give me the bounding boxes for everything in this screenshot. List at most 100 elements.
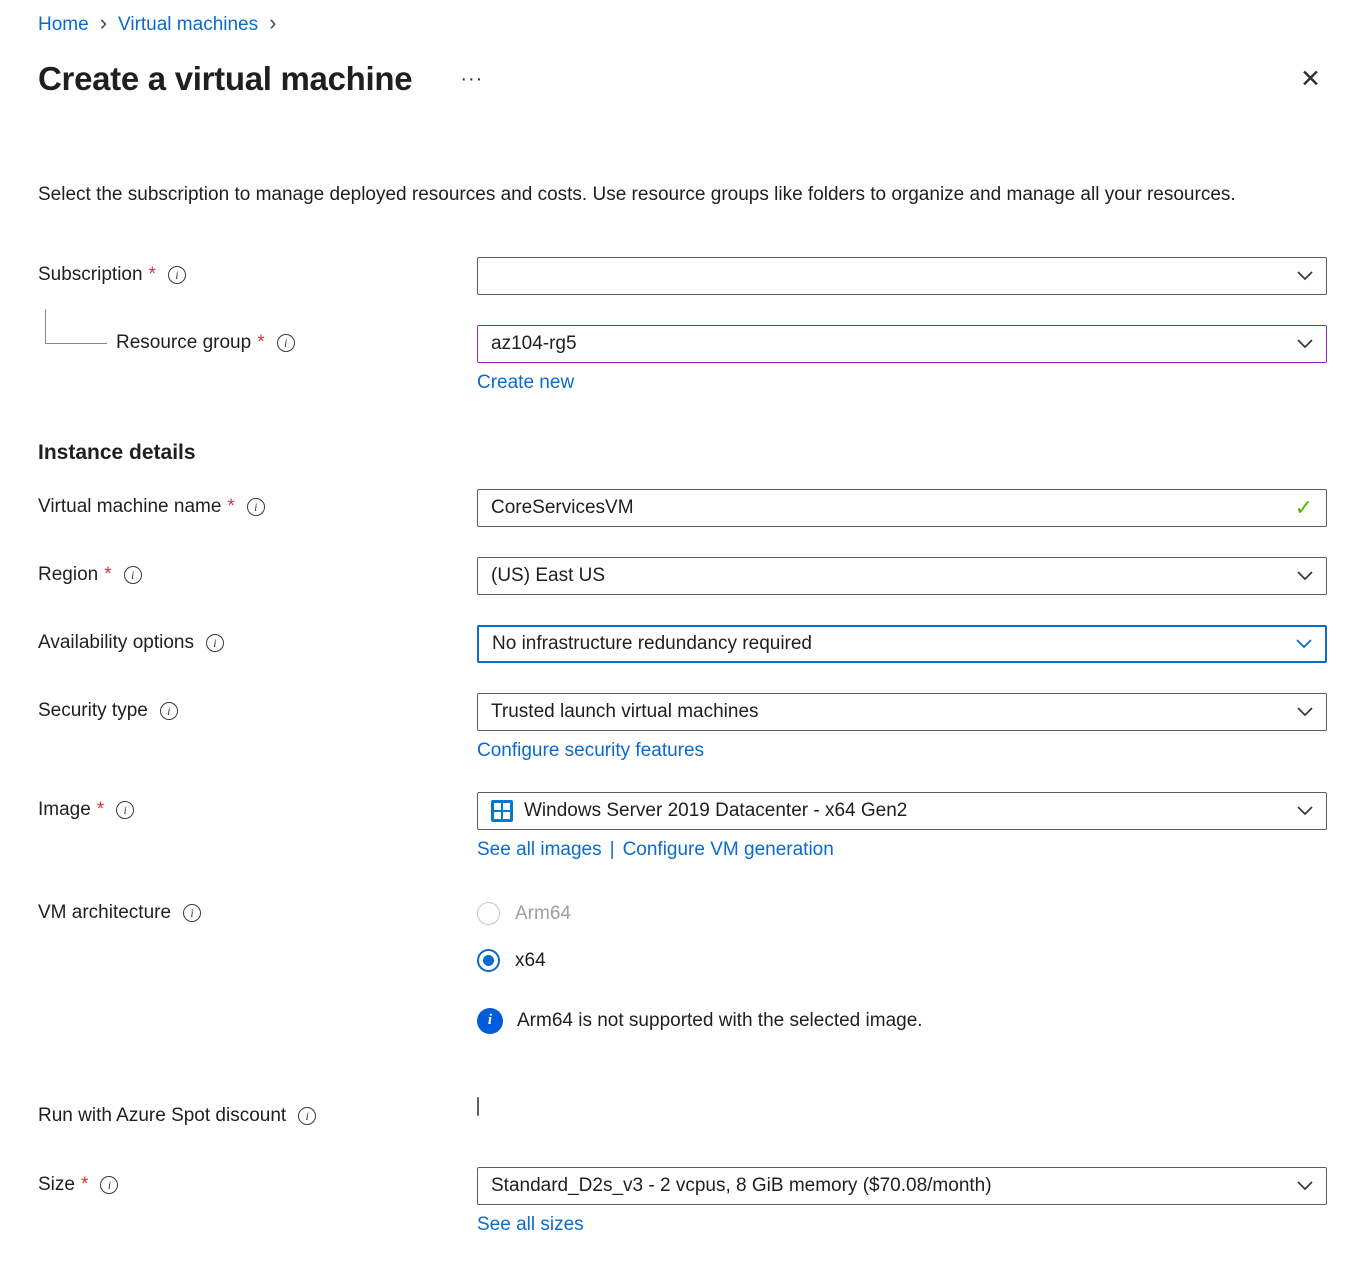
title-row: Create a virtual machine ··· ✕ bbox=[38, 60, 1327, 98]
region-label: Region bbox=[38, 564, 98, 586]
info-icon[interactable]: i bbox=[183, 904, 201, 922]
radio-option-x64: x64 bbox=[477, 942, 1327, 980]
see-all-sizes-link[interactable]: See all sizes bbox=[477, 1214, 584, 1236]
vm-name-label: Virtual machine name bbox=[38, 496, 221, 518]
image-value: Windows Server 2019 Datacenter - x64 Gen… bbox=[524, 800, 1287, 822]
security-type-value: Trusted launch virtual machines bbox=[491, 701, 1287, 723]
vm-name-input[interactable]: CoreServicesVM ✓ bbox=[477, 489, 1327, 527]
chevron-down-icon bbox=[1297, 806, 1313, 816]
radio-button-x64[interactable] bbox=[477, 949, 500, 972]
required-asterisk: * bbox=[227, 496, 234, 518]
info-icon[interactable]: i bbox=[100, 1176, 118, 1194]
image-label-group: Image * i bbox=[38, 792, 477, 821]
availability-options-label-group: Availability options i bbox=[38, 625, 477, 654]
required-asterisk: * bbox=[149, 264, 156, 286]
availability-options-row: Availability options i No infrastructure… bbox=[38, 625, 1327, 663]
vm-name-label-group: Virtual machine name * i bbox=[38, 489, 477, 518]
resource-group-dropdown[interactable]: az104-rg5 bbox=[477, 325, 1327, 363]
availability-options-dropdown[interactable]: No infrastructure redundancy required bbox=[477, 625, 1327, 663]
link-separator: | bbox=[610, 839, 615, 860]
chevron-down-icon bbox=[1297, 571, 1313, 581]
region-row: Region * i (US) East US bbox=[38, 557, 1327, 595]
subscription-label-group: Subscription * i bbox=[38, 257, 477, 286]
close-icon[interactable]: ✕ bbox=[1300, 67, 1321, 92]
breadcrumb-separator-icon: › bbox=[100, 12, 107, 37]
size-field: Standard_D2s_v3 - 2 vcpus, 8 GiB memory … bbox=[477, 1167, 1327, 1236]
required-asterisk: * bbox=[97, 799, 104, 821]
arm64-note: i Arm64 is not supported with the select… bbox=[477, 1008, 1327, 1034]
create-vm-page: Home › Virtual machines › Create a virtu… bbox=[0, 0, 1350, 1273]
security-type-field: Trusted launch virtual machines Configur… bbox=[477, 693, 1327, 762]
image-row: Image * i Windows Server 2019 Datacenter… bbox=[38, 792, 1327, 861]
spot-discount-field bbox=[477, 1098, 1327, 1116]
required-asterisk: * bbox=[104, 564, 111, 586]
info-icon[interactable]: i bbox=[124, 566, 142, 584]
arm64-note-text: Arm64 is not supported with the selected… bbox=[517, 1010, 923, 1032]
spot-discount-row: Run with Azure Spot discount i bbox=[38, 1098, 1327, 1127]
basics-form: Subscription * i Resource group * i bbox=[38, 257, 1327, 1236]
vm-name-value: CoreServicesVM bbox=[491, 497, 1295, 519]
breadcrumb: Home › Virtual machines › bbox=[38, 10, 1327, 37]
security-type-dropdown[interactable]: Trusted launch virtual machines bbox=[477, 693, 1327, 731]
valid-check-icon: ✓ bbox=[1295, 495, 1313, 521]
region-value: (US) East US bbox=[491, 565, 1287, 587]
image-label: Image bbox=[38, 799, 91, 821]
info-icon[interactable]: i bbox=[277, 334, 295, 352]
vm-architecture-field: Arm64 x64 i Arm64 is not supported with … bbox=[477, 895, 1327, 1034]
resource-group-field: az104-rg5 Create new bbox=[477, 325, 1327, 394]
radio-button-arm64[interactable] bbox=[477, 902, 500, 925]
vm-architecture-label-group: VM architecture i bbox=[38, 895, 477, 924]
info-filled-icon: i bbox=[477, 1008, 503, 1034]
spot-discount-checkbox[interactable] bbox=[477, 1097, 479, 1116]
info-icon[interactable]: i bbox=[168, 266, 186, 284]
configure-security-features-link[interactable]: Configure security features bbox=[477, 740, 704, 762]
region-dropdown[interactable]: (US) East US bbox=[477, 557, 1327, 595]
breadcrumb-separator-icon: › bbox=[269, 12, 276, 37]
image-dropdown[interactable]: Windows Server 2019 Datacenter - x64 Gen… bbox=[477, 792, 1327, 830]
resource-group-row: Resource group * i az104-rg5 Create new bbox=[38, 325, 1327, 394]
resource-group-value: az104-rg5 bbox=[491, 333, 1287, 355]
image-field: Windows Server 2019 Datacenter - x64 Gen… bbox=[477, 792, 1327, 861]
page-title: Create a virtual machine bbox=[38, 60, 412, 98]
security-type-label: Security type bbox=[38, 700, 148, 722]
size-dropdown[interactable]: Standard_D2s_v3 - 2 vcpus, 8 GiB memory … bbox=[477, 1167, 1327, 1205]
vm-architecture-row: VM architecture i Arm64 x64 i Arm64 is n… bbox=[38, 895, 1327, 1034]
breadcrumb-home[interactable]: Home bbox=[38, 14, 89, 36]
subscription-field bbox=[477, 257, 1327, 295]
required-asterisk: * bbox=[257, 332, 264, 354]
radio-label-x64: x64 bbox=[515, 950, 546, 972]
tree-connector-line bbox=[45, 309, 107, 344]
region-field: (US) East US bbox=[477, 557, 1327, 595]
required-asterisk: * bbox=[81, 1174, 88, 1196]
chevron-down-icon bbox=[1296, 639, 1312, 649]
size-label-group: Size * i bbox=[38, 1167, 477, 1196]
subscription-dropdown[interactable] bbox=[477, 257, 1327, 295]
configure-vm-generation-link[interactable]: Configure VM generation bbox=[623, 839, 834, 861]
info-icon[interactable]: i bbox=[247, 498, 265, 516]
spot-discount-label-group: Run with Azure Spot discount i bbox=[38, 1098, 477, 1127]
info-icon[interactable]: i bbox=[298, 1107, 316, 1125]
breadcrumb-virtual-machines[interactable]: Virtual machines bbox=[118, 14, 258, 36]
instance-details-heading: Instance details bbox=[38, 441, 1327, 465]
chevron-down-icon bbox=[1297, 707, 1313, 717]
vm-name-row: Virtual machine name * i CoreServicesVM … bbox=[38, 489, 1327, 527]
info-icon[interactable]: i bbox=[116, 801, 134, 819]
spot-discount-label: Run with Azure Spot discount bbox=[38, 1105, 286, 1127]
subscription-label: Subscription bbox=[38, 264, 143, 286]
more-menu-icon[interactable]: ··· bbox=[460, 68, 483, 91]
security-type-label-group: Security type i bbox=[38, 693, 477, 722]
availability-options-value: No infrastructure redundancy required bbox=[492, 633, 1286, 655]
size-label: Size bbox=[38, 1174, 75, 1196]
info-icon[interactable]: i bbox=[206, 634, 224, 652]
vm-name-field: CoreServicesVM ✓ bbox=[477, 489, 1327, 527]
intro-text: Select the subscription to manage deploy… bbox=[38, 180, 1316, 211]
availability-options-label: Availability options bbox=[38, 632, 194, 654]
info-icon[interactable]: i bbox=[160, 702, 178, 720]
chevron-down-icon bbox=[1297, 271, 1313, 281]
subscription-row: Subscription * i bbox=[38, 257, 1327, 295]
chevron-down-icon bbox=[1297, 339, 1313, 349]
size-value: Standard_D2s_v3 - 2 vcpus, 8 GiB memory … bbox=[491, 1175, 1287, 1197]
security-type-row: Security type i Trusted launch virtual m… bbox=[38, 693, 1327, 762]
see-all-images-link[interactable]: See all images bbox=[477, 839, 602, 861]
create-new-link[interactable]: Create new bbox=[477, 372, 574, 394]
